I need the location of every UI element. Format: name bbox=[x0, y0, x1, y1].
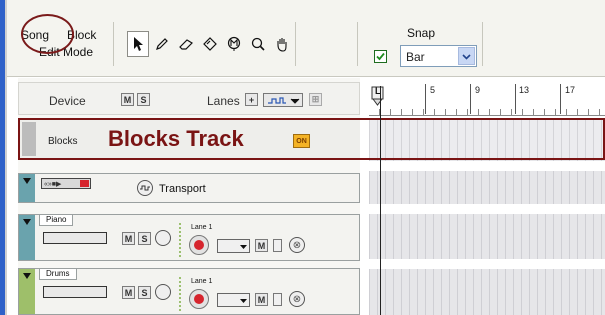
arrow-icon bbox=[134, 37, 143, 51]
device-label: Device bbox=[49, 94, 86, 108]
track-name[interactable]: Drums bbox=[39, 269, 77, 280]
transport-controls[interactable]: «»■▶ bbox=[41, 178, 91, 189]
record-icon bbox=[80, 180, 89, 187]
track-mute-button[interactable]: M bbox=[122, 232, 135, 245]
snap-value: Bar bbox=[406, 50, 425, 64]
snap-label: Snap bbox=[407, 26, 436, 40]
add-lane-button[interactable]: + bbox=[245, 93, 258, 106]
ruler-bar-number: 5 bbox=[430, 85, 436, 95]
device-solo-button[interactable]: S bbox=[137, 93, 150, 106]
device-mute-button[interactable]: M bbox=[121, 93, 134, 106]
track-solo-button[interactable]: S bbox=[138, 232, 151, 245]
lane-label: Lane 1 bbox=[191, 224, 213, 231]
eraser-icon bbox=[179, 39, 193, 50]
timeline-ruler[interactable]: 5 9 13 17 bbox=[369, 82, 605, 116]
razor-icon bbox=[203, 37, 217, 51]
lane-label: Lane 1 bbox=[191, 278, 213, 285]
magnify-icon bbox=[251, 37, 265, 51]
collapse-triangle-icon[interactable] bbox=[23, 219, 31, 225]
ruler-subticks bbox=[379, 109, 605, 115]
lane-record-button[interactable] bbox=[189, 289, 209, 309]
magnify-tool-button[interactable] bbox=[247, 31, 269, 57]
hand-icon bbox=[277, 38, 287, 52]
delete-lane-icon[interactable]: ⊗ bbox=[289, 291, 305, 307]
razor-tool-button[interactable] bbox=[199, 31, 221, 57]
instrument-device-icon[interactable] bbox=[155, 284, 171, 300]
lane-handle[interactable] bbox=[273, 293, 282, 306]
transport-glyphs: «»■▶ bbox=[44, 181, 62, 188]
track-level-meter bbox=[43, 286, 107, 298]
arrow-tool-button[interactable] bbox=[127, 31, 149, 57]
waveform-icon bbox=[268, 97, 300, 104]
ruler-bar-number: 13 bbox=[519, 85, 530, 95]
lane-type-dropdown[interactable] bbox=[217, 239, 250, 253]
lane-gap bbox=[369, 259, 605, 269]
mute-tool-button[interactable] bbox=[223, 31, 245, 57]
lane-mute-button[interactable]: M bbox=[255, 239, 268, 252]
transport-device-icon[interactable] bbox=[137, 180, 153, 196]
track-drums[interactable]: Drums M S Lane 1 M ⊗ bbox=[18, 268, 360, 315]
track-name[interactable]: Piano bbox=[39, 215, 74, 226]
blocks-track-highlight bbox=[18, 118, 605, 160]
lanes-label: Lanes bbox=[207, 94, 240, 108]
lane-view-dropdown[interactable] bbox=[263, 93, 303, 107]
ruler-bar-number: 17 bbox=[565, 85, 576, 95]
chevron-down-icon bbox=[240, 244, 247, 249]
lane-type-dropdown[interactable] bbox=[217, 293, 250, 307]
chevron-down-icon bbox=[240, 298, 247, 303]
track-level-meter bbox=[43, 232, 107, 244]
checkmark-icon bbox=[376, 52, 385, 61]
track-solo-button[interactable]: S bbox=[138, 286, 151, 299]
track-piano[interactable]: Piano M S Lane 1 M ⊗ bbox=[18, 214, 360, 261]
toolbar-separator bbox=[482, 22, 483, 66]
lane-options-button[interactable]: ⊞ bbox=[309, 93, 322, 106]
lane-gap bbox=[369, 161, 605, 171]
tool-palette bbox=[127, 30, 293, 58]
ruler-bar-number: 9 bbox=[475, 85, 481, 95]
chevron-down-icon[interactable] bbox=[458, 47, 475, 65]
toolbar: Song Block Edit Mode Snap Bar bbox=[7, 0, 605, 77]
toolbar-separator bbox=[295, 22, 296, 66]
device-row: Device M S Lanes + ⊞ bbox=[18, 82, 360, 115]
collapse-triangle-icon[interactable] bbox=[23, 273, 31, 279]
transport-label: Transport bbox=[159, 183, 206, 195]
lane-handle[interactable] bbox=[273, 239, 282, 252]
mute-tool-icon bbox=[227, 36, 241, 51]
song-position-line[interactable] bbox=[380, 86, 381, 315]
pencil-tool-button[interactable] bbox=[151, 31, 173, 57]
snap-checkbox[interactable] bbox=[374, 50, 387, 63]
lane-record-button[interactable] bbox=[189, 235, 209, 255]
toolbar-separator bbox=[357, 22, 358, 66]
lane-grip[interactable] bbox=[179, 223, 181, 259]
annotation-circle bbox=[21, 14, 74, 54]
collapse-triangle-icon[interactable] bbox=[23, 178, 31, 184]
pencil-icon bbox=[156, 38, 168, 50]
hand-tool-button[interactable] bbox=[271, 31, 293, 57]
snap-value-select[interactable]: Bar bbox=[400, 45, 477, 67]
lane-mute-button[interactable]: M bbox=[255, 293, 268, 306]
lane-gap bbox=[369, 204, 605, 214]
instrument-device-icon[interactable] bbox=[155, 230, 171, 246]
track-mute-button[interactable]: M bbox=[122, 286, 135, 299]
delete-lane-icon[interactable]: ⊗ bbox=[289, 237, 305, 253]
toolbar-separator bbox=[113, 22, 114, 66]
lane-grip[interactable] bbox=[179, 277, 181, 313]
eraser-tool-button[interactable] bbox=[175, 31, 197, 57]
transport-track[interactable]: «»■▶ Transport bbox=[18, 173, 360, 203]
